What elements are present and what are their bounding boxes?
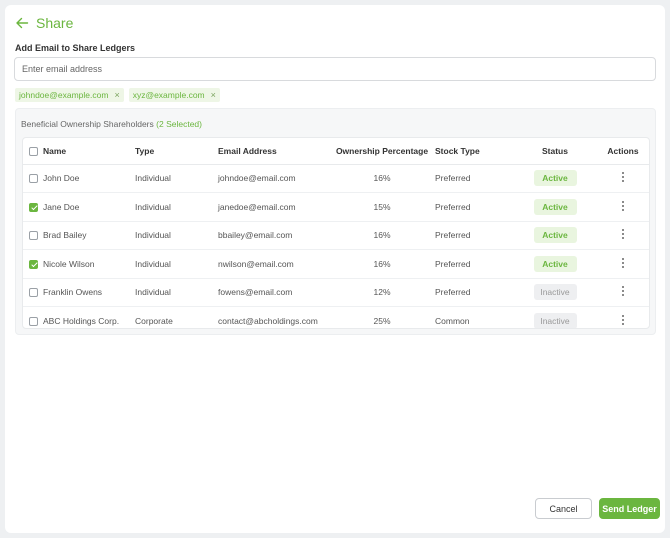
column-header-stock-type[interactable]: Stock Type	[435, 138, 515, 165]
panel-title-text: Beneficial Ownership Shareholders	[21, 119, 154, 129]
cell-email: janedoe@email.com	[218, 192, 329, 222]
send-ledger-button[interactable]: Send Ledger	[599, 498, 660, 519]
cell-actions	[595, 164, 649, 193]
cell-email: nwilson@email.com	[218, 249, 329, 279]
cell-ownership: 15%	[329, 192, 435, 222]
shareholders-table: Name Type Email Address Ownership Percen…	[22, 137, 650, 329]
more-vertical-icon[interactable]	[618, 257, 628, 269]
cell-status: Active	[515, 221, 595, 250]
status-badge: Active	[533, 227, 577, 244]
table-row[interactable]: Jane Doe Individual janedoe@email.com 15% Pr…	[23, 192, 649, 222]
row-checkbox[interactable]	[29, 317, 38, 327]
cell-ownership: 16%	[329, 249, 435, 279]
status-badge: Inactive	[533, 284, 577, 301]
more-vertical-icon[interactable]	[618, 228, 628, 240]
cell-type: Individual	[135, 221, 218, 250]
cell-ownership: 16%	[329, 164, 435, 193]
table-row[interactable]: Brad Bailey Individual bbailey@email.com 16…	[23, 221, 649, 250]
page-title: Share	[36, 15, 74, 31]
row-checkbox[interactable]	[29, 174, 38, 184]
cell-ownership: 25%	[373, 316, 391, 326]
share-dialog: Share Add Email to Share Ledgers johndoe…	[5, 5, 665, 533]
cell-name: John Doe	[43, 164, 135, 193]
cell-stock-type: Preferred	[435, 221, 515, 250]
row-checkbox[interactable]	[29, 231, 38, 241]
selected-count: (2 Selected)	[156, 119, 202, 129]
cell-actions	[595, 278, 649, 307]
cell-name: Franklin Owens	[43, 278, 135, 307]
cell-actions	[595, 307, 649, 329]
column-header-name[interactable]: Name	[43, 138, 135, 165]
status-badge: Inactive	[533, 313, 577, 328]
row-checkbox[interactable]	[29, 259, 38, 269]
cell-email: contact@abcholdings.com	[218, 316, 318, 326]
more-vertical-icon[interactable]	[618, 285, 628, 297]
close-icon[interactable]: ×	[114, 90, 119, 100]
cell-actions	[595, 249, 649, 279]
cell-status: Inactive	[515, 307, 595, 328]
more-vertical-icon[interactable]	[618, 200, 628, 212]
cell-ownership: 12%	[329, 278, 435, 307]
cell-email: johndoe@email.com	[218, 164, 329, 193]
column-header-email[interactable]: Email Address	[218, 138, 329, 165]
column-header-status[interactable]: Status	[515, 138, 595, 165]
status-badge: Active	[533, 170, 577, 187]
email-chip: xyz@example.com ×	[128, 88, 220, 102]
more-vertical-icon[interactable]	[618, 171, 628, 183]
cell-stock-type: Preferred	[435, 164, 515, 193]
cell-status: Active	[515, 192, 595, 222]
email-chips: johndoe@example.com × xyz@example.com ×	[15, 88, 220, 102]
column-header-type[interactable]: Type	[135, 138, 218, 165]
cell-status: Inactive	[515, 278, 595, 307]
cell-actions	[595, 192, 649, 222]
table-row[interactable]: ABC Holdings Corp. Corporate contact@abcho…	[23, 307, 649, 329]
cell-actions	[595, 221, 649, 250]
cell-email: bbailey@email.com	[218, 221, 329, 250]
more-vertical-icon[interactable]	[618, 314, 628, 326]
cell-stock-type: Preferred	[435, 278, 515, 307]
status-badge: Active	[533, 198, 577, 215]
shareholders-panel: Beneficial Ownership Shareholders (2 Sel…	[15, 108, 656, 335]
cell-status: Active	[515, 249, 595, 279]
email-chip: johndoe@example.com ×	[15, 88, 124, 102]
cell-type: Corporate	[135, 316, 173, 326]
cell-stock-type: Common	[435, 316, 470, 326]
arrow-left-icon[interactable]	[15, 16, 29, 30]
cell-type: Individual	[135, 192, 218, 222]
row-checkbox[interactable]	[29, 202, 38, 212]
cell-name: ABC Holdings Corp.	[43, 316, 120, 326]
email-input[interactable]	[14, 57, 656, 81]
email-section-label: Add Email to Share Ledgers	[15, 43, 136, 53]
cell-email: fowens@email.com	[218, 278, 329, 307]
table-row[interactable]: Nicole Wilson Individual nwilson@email.com…	[23, 249, 649, 279]
table-header-row: Name Type Email Address Ownership Percen…	[23, 138, 649, 165]
table-row[interactable]: John Doe Individual johndoe@email.com 16% Pr…	[23, 164, 649, 193]
cell-stock-type: Preferred	[435, 192, 515, 222]
status-badge: Active	[533, 255, 577, 272]
cancel-button[interactable]: Cancel	[535, 498, 592, 519]
cell-type: Individual	[135, 278, 218, 307]
close-icon[interactable]: ×	[211, 90, 216, 100]
header: Share	[15, 15, 73, 31]
table-row[interactable]: Franklin Owens Individual fowens@email.com…	[23, 278, 649, 307]
column-header-actions: Actions	[595, 138, 649, 165]
cell-type: Individual	[135, 164, 218, 193]
panel-title: Beneficial Ownership Shareholders (2 Sel…	[21, 119, 202, 129]
cell-name: Nicole Wilson	[43, 249, 135, 279]
cell-type: Individual	[135, 249, 218, 279]
chip-label: xyz@example.com	[132, 90, 205, 100]
cell-name: Jane Doe	[43, 192, 135, 222]
cell-stock-type: Preferred	[435, 249, 515, 279]
row-checkbox[interactable]	[29, 288, 38, 298]
column-header-ownership[interactable]: Ownership Percentage	[329, 138, 435, 165]
cell-status: Active	[515, 164, 595, 193]
cell-ownership: 16%	[329, 221, 435, 250]
cell-name: Brad Bailey	[43, 221, 135, 250]
chip-label: johndoe@example.com	[19, 90, 109, 100]
select-all-checkbox[interactable]	[29, 146, 38, 156]
